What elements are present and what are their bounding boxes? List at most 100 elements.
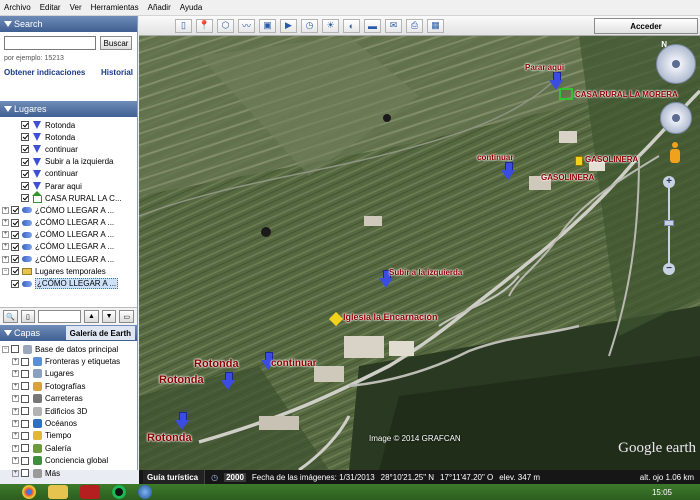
place-row[interactable]: + ¿CÓMO LLEGAR A ... bbox=[2, 253, 135, 265]
expand-toggle-icon[interactable]: + bbox=[12, 395, 19, 403]
email-icon[interactable]: ✉ bbox=[385, 18, 402, 33]
map-label[interactable]: continuar bbox=[477, 153, 513, 162]
historical-imagery-icon[interactable]: ◷ bbox=[301, 18, 318, 33]
place-row[interactable]: + ¿CÓMO LLEGAR A ... bbox=[2, 204, 135, 216]
planets-icon[interactable]: ◐ bbox=[343, 18, 360, 33]
map-label[interactable]: GASOLINERA bbox=[585, 155, 638, 164]
menu-herramientas[interactable]: Herramientas bbox=[91, 3, 139, 12]
layer-row[interactable]: + Más bbox=[2, 467, 135, 479]
map-label[interactable]: CASA RURAL LA MORERA bbox=[575, 90, 678, 99]
place-row[interactable]: + ¿CÓMO LLEGAR A ... bbox=[2, 229, 135, 241]
expand-toggle-icon[interactable]: + bbox=[12, 407, 19, 415]
temp-item-row[interactable]: ¿CÓMO LLEGAR A ... bbox=[2, 277, 135, 290]
expand-toggle-icon[interactable]: + bbox=[12, 370, 19, 378]
chrome-icon[interactable] bbox=[22, 485, 36, 499]
place-row[interactable]: continuar bbox=[2, 168, 135, 180]
zoom-slider[interactable]: + − bbox=[662, 176, 676, 275]
zoom-knob[interactable] bbox=[664, 220, 674, 226]
search-button[interactable]: Buscar bbox=[100, 36, 132, 50]
layer-row[interactable]: + Fotografías bbox=[2, 380, 135, 392]
place-row[interactable]: Rotonda bbox=[2, 119, 135, 131]
earth-gallery-button[interactable]: Galería de Earth bbox=[65, 326, 135, 340]
layer-row[interactable]: + Océanos bbox=[2, 417, 135, 429]
map-view[interactable]: ▯ 📍 ⬡ 〰 ▣ ▶ ◷ ☀ ◐ ▬ ✉ ⎙ ▦ Acceder Parar … bbox=[139, 16, 700, 470]
view-in-maps-icon[interactable]: ▦ bbox=[427, 18, 444, 33]
placemark-icon[interactable]: 📍 bbox=[196, 18, 213, 33]
app-red-icon[interactable] bbox=[80, 485, 100, 499]
menu-anadir[interactable]: Añadir bbox=[148, 3, 171, 12]
checkbox[interactable] bbox=[21, 419, 29, 428]
place-row[interactable]: + ¿CÓMO LLEGAR A ... bbox=[2, 241, 135, 253]
history-link[interactable]: Historial bbox=[101, 68, 133, 77]
place-row[interactable]: continuar bbox=[2, 143, 135, 155]
expand-toggle-icon[interactable]: + bbox=[2, 219, 9, 227]
file-explorer-icon[interactable] bbox=[48, 485, 68, 499]
checkbox[interactable] bbox=[21, 133, 29, 142]
tour-slider[interactable] bbox=[38, 310, 82, 323]
ruler-icon[interactable]: ▬ bbox=[364, 18, 381, 33]
place-row[interactable]: CASA RURAL LA C... bbox=[2, 191, 135, 204]
checkbox[interactable] bbox=[11, 230, 19, 239]
checkbox[interactable] bbox=[11, 279, 19, 288]
search-input[interactable] bbox=[4, 36, 96, 50]
panel-toggle-icon[interactable]: ▯ bbox=[20, 310, 36, 323]
map-label[interactable]: Subir a la izquierda bbox=[389, 268, 462, 277]
expand-toggle-icon[interactable]: + bbox=[12, 358, 19, 366]
checkbox[interactable] bbox=[11, 345, 19, 354]
checkbox[interactable] bbox=[21, 157, 29, 166]
map-label[interactable]: continuar bbox=[271, 358, 317, 369]
polygon-icon[interactable]: ⬡ bbox=[217, 18, 234, 33]
expand-toggle-icon[interactable]: + bbox=[12, 432, 19, 440]
checkbox[interactable] bbox=[21, 444, 29, 453]
expand-toggle-icon[interactable]: + bbox=[12, 444, 19, 452]
layer-row[interactable]: + Tiempo bbox=[2, 430, 135, 442]
checkbox[interactable] bbox=[11, 267, 19, 276]
layer-row[interactable]: + Carreteras bbox=[2, 393, 135, 405]
map-label[interactable]: Rotonda bbox=[159, 374, 204, 386]
hide-sidebar-icon[interactable]: ▯ bbox=[175, 18, 192, 33]
expand-toggle-icon[interactable]: + bbox=[12, 457, 19, 465]
checkbox[interactable] bbox=[21, 382, 29, 391]
expand-toggle-icon[interactable]: + bbox=[2, 243, 9, 251]
print-icon[interactable]: ⎙ bbox=[406, 18, 423, 33]
checkbox[interactable] bbox=[21, 394, 29, 403]
satellite-imagery[interactable] bbox=[139, 36, 700, 470]
checkbox[interactable] bbox=[11, 206, 19, 215]
map-label[interactable]: Rotonda bbox=[147, 432, 192, 444]
look-joystick-icon[interactable] bbox=[656, 44, 696, 84]
checkbox[interactable] bbox=[11, 255, 19, 264]
map-label[interactable]: Parar aqui bbox=[525, 63, 564, 72]
checkbox[interactable] bbox=[11, 218, 19, 227]
menu-editar[interactable]: Editar bbox=[40, 3, 61, 12]
checkbox[interactable] bbox=[21, 469, 29, 478]
expand-toggle-icon[interactable]: + bbox=[12, 382, 19, 390]
expand-toggle-icon[interactable]: + bbox=[12, 420, 19, 428]
placemark-arrow-icon[interactable] bbox=[175, 412, 189, 430]
expand-toggle-icon[interactable]: + bbox=[2, 255, 9, 263]
collapse-toggle-icon[interactable]: − bbox=[2, 267, 9, 275]
checkbox[interactable] bbox=[21, 145, 29, 154]
arrow-down-icon[interactable]: ▼ bbox=[101, 310, 117, 323]
checkbox[interactable] bbox=[21, 369, 29, 378]
checkbox[interactable] bbox=[21, 169, 29, 178]
menu-ver[interactable]: Ver bbox=[70, 3, 82, 12]
path-icon[interactable]: 〰 bbox=[238, 18, 255, 33]
temp-folder-row[interactable]: − Lugares temporales bbox=[2, 265, 135, 277]
checkbox[interactable] bbox=[21, 121, 29, 130]
layer-row[interactable]: + Lugares bbox=[2, 368, 135, 380]
layer-row[interactable]: + Edificios 3D bbox=[2, 405, 135, 417]
map-label[interactable]: Rotonda bbox=[194, 358, 239, 370]
expand-toggle-icon[interactable]: + bbox=[12, 469, 19, 477]
tour-guide-tab[interactable]: Guía turística bbox=[143, 470, 206, 484]
imagery-year[interactable]: 2000 bbox=[224, 472, 246, 482]
layer-row[interactable]: + Fronteras y etiquetas bbox=[2, 355, 135, 367]
spotify-icon[interactable] bbox=[112, 485, 126, 499]
expand-toggle-icon[interactable]: + bbox=[2, 231, 9, 239]
layers-header[interactable]: Capas Galería de Earth bbox=[0, 325, 137, 341]
arrow-up-icon[interactable]: ▲ bbox=[84, 310, 99, 323]
places-header[interactable]: Lugares bbox=[0, 101, 137, 117]
checkbox[interactable] bbox=[21, 194, 29, 203]
historical-imagery-clock-icon[interactable]: ◷ bbox=[211, 473, 218, 482]
zoom-in-icon[interactable]: + bbox=[663, 176, 675, 188]
place-row[interactable]: Subir a la izquierda bbox=[2, 156, 135, 168]
